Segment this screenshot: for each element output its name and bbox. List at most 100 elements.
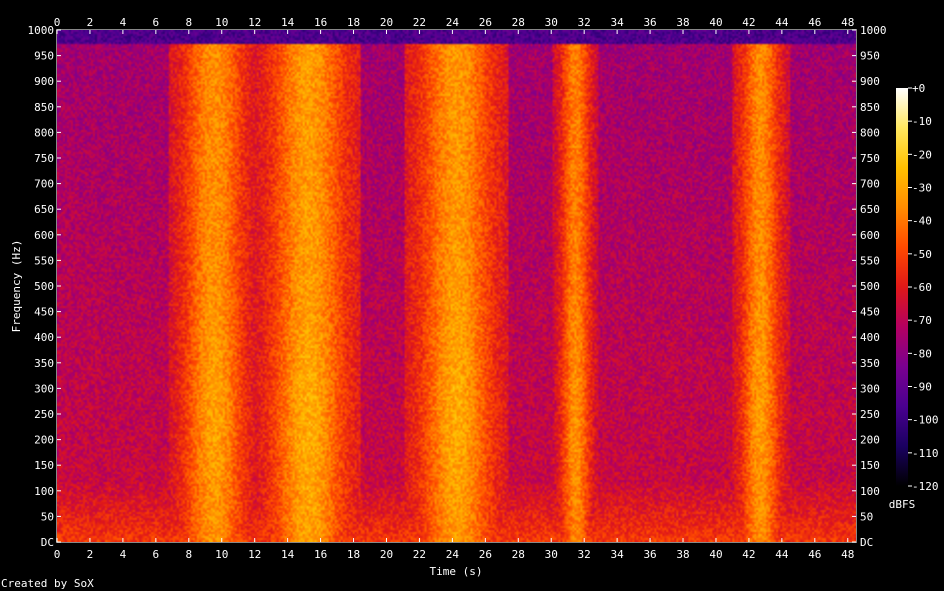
x-tick-label-bottom: 20: [380, 548, 393, 561]
x-tick-label-top: 4: [120, 16, 127, 29]
x-tick-label-bottom: 28: [512, 548, 525, 561]
colorbar-tick-label: -120: [912, 480, 939, 493]
x-tick-label-bottom: 6: [153, 548, 160, 561]
y-tick-label-right: 200: [860, 434, 880, 447]
y-tick-label-right: 800: [860, 126, 880, 139]
x-tick-label-bottom: 26: [479, 548, 492, 561]
x-tick-label-top: 26: [479, 16, 492, 29]
x-tick-label-top: 40: [709, 16, 722, 29]
y-tick-label-left: 850: [34, 101, 54, 114]
x-tick-label-bottom: 8: [185, 548, 192, 561]
y-tick-label-right: 450: [860, 306, 880, 319]
y-tick-label-right: 750: [860, 152, 880, 165]
y-tick-label-right: 250: [860, 408, 880, 421]
y-tick-label-left: 650: [34, 203, 54, 216]
x-tick-label-top: 42: [742, 16, 755, 29]
x-tick-label-bottom: 34: [610, 548, 624, 561]
x-tick-label-top: 28: [512, 16, 525, 29]
colorbar-ticks: +0 -10 -20 -30 -40 -50 -60 -70 -80 -90 -100 -110 -12…: [908, 82, 939, 493]
y-tick-label-left: 900: [34, 75, 54, 88]
x-axis-label: Time (s): [430, 565, 483, 578]
x-tick-label-top: 18: [347, 16, 360, 29]
x-tick-label-top: 24: [446, 16, 460, 29]
y-tick-label-left: 750: [34, 152, 54, 165]
colorbar-tick-label: -110: [912, 447, 939, 460]
spectrogram-chart: 0022446688101012121414161618182020222224…: [10, 16, 939, 578]
colorbar: [896, 88, 908, 486]
x-tick-label-top: 10: [215, 16, 228, 29]
colorbar-tick-label: -30: [912, 182, 932, 195]
x-tick-label-bottom: 18: [347, 548, 360, 561]
x-tick-label-top: 38: [676, 16, 689, 29]
y-tick-label-right: 50: [860, 510, 873, 523]
x-tick-label-bottom: 46: [808, 548, 821, 561]
y-tick-label-right: 700: [860, 178, 880, 191]
y-tick-label-right: 650: [860, 203, 880, 216]
colorbar-label: dBFS: [889, 498, 916, 511]
x-tick-label-top: 0: [54, 16, 61, 29]
y-tick-label-right: DC: [860, 536, 873, 549]
y-tick-label-left: 200: [34, 434, 54, 447]
colorbar-tick-label: -50: [912, 248, 932, 261]
x-tick-label-top: 12: [248, 16, 261, 29]
x-tick-label-top: 48: [841, 16, 854, 29]
y-axis-label: Frequency (Hz): [10, 240, 23, 333]
y-tick-label-right: 550: [860, 254, 880, 267]
colorbar-tick-label: +0: [912, 82, 925, 95]
x-tick-label-top: 34: [610, 16, 624, 29]
y-tick-label-right: 150: [860, 459, 880, 472]
x-tick-label-top: 6: [153, 16, 160, 29]
y-tick-label-left: 700: [34, 178, 54, 191]
y-tick-label-left: 50: [41, 510, 54, 523]
x-tick-label-top: 16: [314, 16, 327, 29]
x-tick-label-bottom: 40: [709, 548, 722, 561]
y-tick-label-left: 250: [34, 408, 54, 421]
y-tick-label-left: 100: [34, 485, 54, 498]
colorbar-tick-label: -80: [912, 347, 932, 360]
y-tick-label-left: DC: [41, 536, 54, 549]
x-tick-label-bottom: 44: [775, 548, 789, 561]
x-tick-label-bottom: 2: [87, 548, 94, 561]
x-tick-label-bottom: 42: [742, 548, 755, 561]
y-tick-label-right: 350: [860, 357, 880, 370]
y-tick-label-right: 500: [860, 280, 880, 293]
y-tick-label-right: 300: [860, 382, 880, 395]
x-tick-label-top: 36: [643, 16, 656, 29]
y-tick-label-left: 500: [34, 280, 54, 293]
y-tick-label-left: 350: [34, 357, 54, 370]
colorbar-tick-label: -90: [912, 381, 932, 394]
colorbar-tick-label: -70: [912, 314, 932, 327]
x-tick-label-top: 32: [578, 16, 591, 29]
x-tick-label-bottom: 38: [676, 548, 689, 561]
x-tick-label-top: 2: [87, 16, 94, 29]
y-tick-label-left: 300: [34, 382, 54, 395]
x-tick-label-bottom: 48: [841, 548, 854, 561]
x-tick-label-top: 44: [775, 16, 789, 29]
y-tick-label-left: 400: [34, 331, 54, 344]
colorbar-tick-label: -40: [912, 215, 932, 228]
y-tick-label-left: 950: [34, 50, 54, 63]
y-tick-label-right: 950: [860, 50, 880, 63]
x-tick-label-bottom: 36: [643, 548, 656, 561]
y-tick-label-right: 600: [860, 229, 880, 242]
colorbar-tick-label: -100: [912, 414, 939, 427]
x-tick-label-bottom: 30: [545, 548, 558, 561]
x-tick-label-top: 22: [413, 16, 426, 29]
y-tick-label-right: 400: [860, 331, 880, 344]
x-tick-label-bottom: 14: [281, 548, 295, 561]
spectrogram-heatmap: [57, 30, 856, 542]
x-tick-label-bottom: 32: [578, 548, 591, 561]
x-tick-label-bottom: 22: [413, 548, 426, 561]
x-tick-label-bottom: 4: [120, 548, 127, 561]
colorbar-tick-label: -60: [912, 281, 932, 294]
credit-text: Created by SoX: [1, 577, 94, 590]
x-tick-label-top: 8: [185, 16, 192, 29]
y-tick-label-left: 1000: [28, 24, 55, 37]
y-tick-label-left: 150: [34, 459, 54, 472]
colorbar-tick-label: -10: [912, 115, 932, 128]
y-tick-label-left: 550: [34, 254, 54, 267]
x-tick-label-bottom: 16: [314, 548, 327, 561]
y-tick-label-left: 800: [34, 126, 54, 139]
y-tick-label-right: 850: [860, 101, 880, 114]
y-tick-label-left: 600: [34, 229, 54, 242]
